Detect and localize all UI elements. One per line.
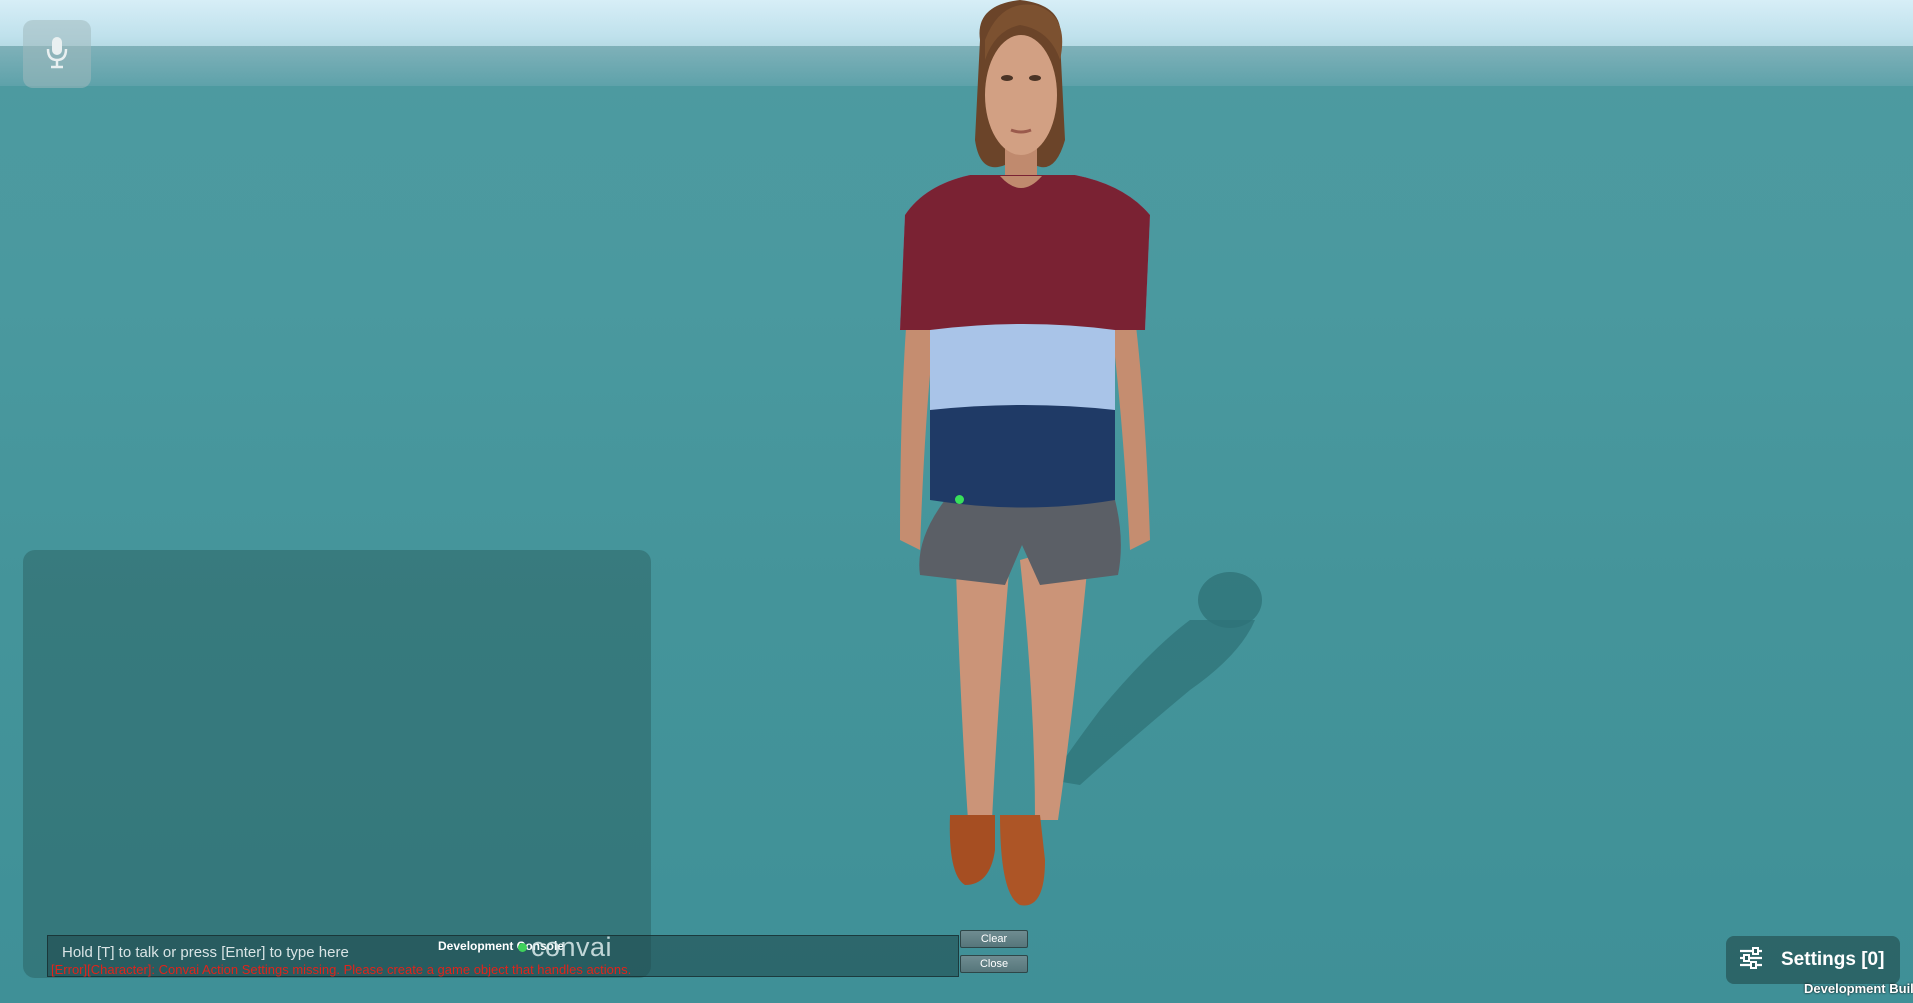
settings-label: Settings [0] (1781, 949, 1885, 970)
settings-button[interactable]: Settings [0] (1726, 936, 1900, 984)
development-build-label: Development Build (1804, 981, 1913, 996)
convai-logo-dot (518, 943, 527, 952)
sliders-icon (1739, 946, 1763, 974)
character-avatar[interactable] (860, 0, 1180, 920)
console-clear-button[interactable]: Clear (960, 930, 1028, 948)
chat-transcript-panel (23, 550, 651, 978)
game-viewport[interactable]: [Error][Character]: Convai Action Settin… (0, 0, 1913, 1003)
mic-button[interactable] (23, 20, 91, 88)
console-error-message: [Error][Character]: Convai Action Settin… (51, 962, 632, 977)
console-close-button[interactable]: Close (960, 955, 1028, 973)
convai-logo-text: convai (531, 932, 613, 962)
convai-logo: convai (518, 932, 612, 963)
microphone-icon (44, 35, 70, 74)
status-indicator-dot (955, 495, 964, 504)
